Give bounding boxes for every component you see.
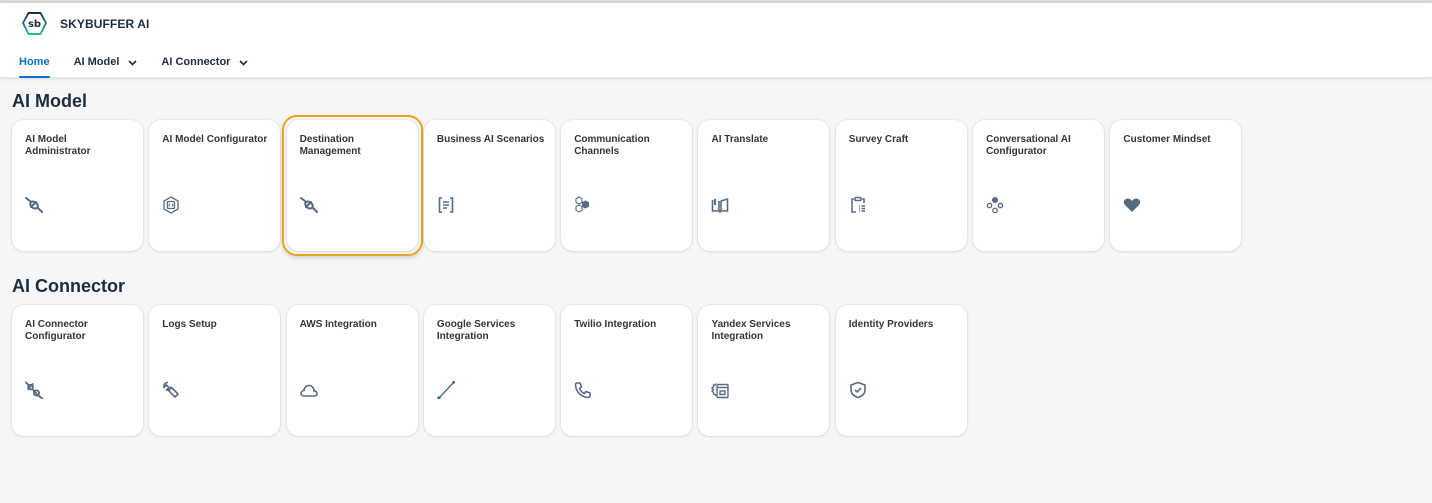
tile-title: AI Translate (711, 134, 769, 145)
tile-title: Communication Channels (574, 134, 650, 157)
tile-customer-mindset[interactable]: Customer Mindset (1110, 120, 1242, 251)
tile-title: Conversational AI Configurator (986, 134, 1071, 157)
skybuffer-logo-icon: sb (22, 12, 47, 35)
nav-ai-connector-label: AI Connector (161, 56, 231, 68)
plug-connected-icon (25, 381, 43, 399)
gear-window-icon (711, 381, 730, 399)
nav-home-label: Home (19, 56, 50, 68)
tile-title: AI Connector Configurator (25, 319, 88, 342)
nav-ai-model[interactable]: AI Model (74, 52, 138, 78)
shell-bar: sb SKYBUFFER AI Home AI Model AI Connect… (0, 3, 1432, 78)
cloud-icon (299, 381, 318, 399)
tile-google-services-integration[interactable]: Google Services Integration (423, 305, 555, 436)
tile-title: Customer Mindset (1123, 134, 1211, 145)
plug-disconnected-icon (25, 196, 43, 214)
tile-communication-channels[interactable]: Communication Channels (561, 120, 693, 251)
tile-identity-providers[interactable]: Identity Providers (835, 305, 967, 436)
tile-ai-model-configurator[interactable]: AI Model Configurator (149, 120, 281, 251)
tile-business-ai-scenarios[interactable]: Business AI Scenarios (423, 120, 555, 251)
tile-survey-craft[interactable]: Survey Craft (835, 120, 967, 251)
tile-conversational-ai-configurator[interactable]: Conversational AI Configurator (973, 120, 1105, 251)
tile-title: AI Model Configurator (162, 134, 268, 145)
hexagon-code-icon (162, 196, 180, 214)
tile-twilio-integration[interactable]: Twilio Integration (561, 305, 693, 436)
nav-home[interactable]: Home (19, 52, 50, 78)
nav-ai-connector[interactable]: AI Connector (161, 52, 249, 78)
tile-yandex-services-integration[interactable]: Yandex Services Integration (698, 305, 830, 436)
tile-logs-setup[interactable]: Logs Setup (149, 305, 281, 436)
tile-title: Business AI Scenarios (436, 134, 545, 145)
open-book-icon (711, 196, 729, 214)
app-title: SKYBUFFER AI (60, 17, 150, 31)
hexagons-network-icon (574, 196, 592, 214)
tile-title: Identity Providers (848, 319, 934, 330)
clipboard-list-icon (849, 196, 867, 214)
tile-destination-management[interactable]: Destination Management (281, 115, 423, 256)
tile-title: Google Services Integration (436, 319, 516, 342)
tile-title: Destination Management (299, 134, 361, 157)
chevron-down-icon (239, 60, 249, 66)
tile-title: Survey Craft (848, 134, 909, 145)
tile-title: Yandex Services Integration (711, 319, 791, 342)
top-navigation: Home AI Model AI Connector (19, 52, 272, 78)
tile-group-ai-connector: AI Connector Configurator Logs Setup AWS… (12, 305, 973, 436)
tile-ai-model-administrator[interactable]: AI Model Administrator (12, 120, 143, 251)
line-segment-icon (437, 381, 455, 399)
tile-title: Twilio Integration (574, 319, 657, 330)
nav-ai-model-label: AI Model (73, 56, 120, 68)
svg-text:sb: sb (28, 19, 41, 30)
tile-title: AI Model Administrator (25, 134, 91, 157)
chevron-down-icon (128, 60, 137, 66)
shield-check-icon (849, 381, 867, 399)
tile-title: AWS Integration (299, 319, 377, 330)
brand[interactable]: sb SKYBUFFER AI (20, 11, 149, 37)
heart-icon (1123, 196, 1141, 214)
tile-title: Logs Setup (162, 319, 217, 330)
tile-ai-translate[interactable]: AI Translate (698, 120, 830, 251)
nodes-cluster-icon (986, 196, 1004, 214)
section-title-ai-model: AI Model (12, 91, 87, 111)
tile-aws-integration[interactable]: AWS Integration (286, 305, 418, 436)
phone-icon (574, 381, 592, 399)
wrench-icon (162, 381, 180, 399)
section-title-ai-connector: AI Connector (12, 276, 126, 296)
document-text-bracket-icon (437, 196, 455, 214)
plug-disconnected-icon (299, 196, 318, 214)
tile-group-ai-model: AI Model Administrator AI Model Configur… (12, 115, 1248, 256)
tile-ai-connector-configurator[interactable]: AI Connector Configurator (12, 305, 143, 436)
